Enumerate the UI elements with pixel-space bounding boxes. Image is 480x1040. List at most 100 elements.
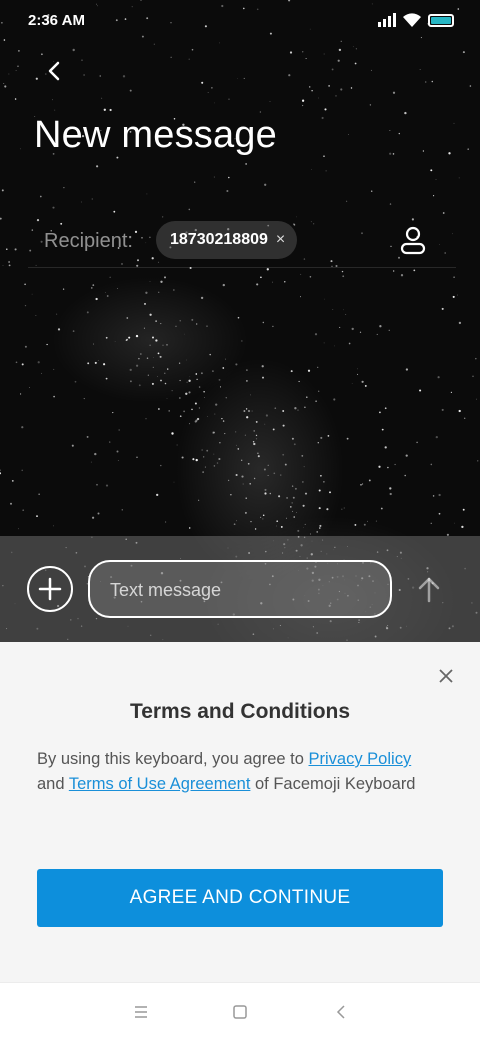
star xyxy=(337,59,340,62)
star xyxy=(306,396,308,398)
star xyxy=(453,122,455,124)
star xyxy=(37,361,40,364)
star xyxy=(164,276,166,279)
star xyxy=(194,181,196,183)
star xyxy=(112,412,114,414)
star xyxy=(92,343,94,345)
attach-button[interactable] xyxy=(27,566,73,612)
nav-menu-button[interactable] xyxy=(131,1002,151,1022)
star xyxy=(315,400,317,403)
star xyxy=(354,523,357,526)
page-title: New message xyxy=(34,114,277,156)
star xyxy=(404,474,406,477)
back-button[interactable] xyxy=(40,56,70,86)
person-icon xyxy=(400,226,426,255)
star xyxy=(340,88,343,91)
star xyxy=(235,363,238,366)
star xyxy=(301,454,304,457)
star xyxy=(304,406,306,409)
star xyxy=(384,446,387,449)
close-terms-button[interactable] xyxy=(436,666,456,686)
star xyxy=(264,183,267,186)
star xyxy=(35,315,37,316)
terms-of-use-link[interactable]: Terms of Use Agreement xyxy=(69,775,251,793)
star xyxy=(72,48,75,52)
star xyxy=(222,367,225,369)
star xyxy=(435,435,438,439)
star xyxy=(272,281,273,283)
star xyxy=(189,376,191,378)
star xyxy=(285,517,287,519)
star xyxy=(17,528,19,530)
star xyxy=(360,484,362,486)
star xyxy=(311,169,312,170)
star xyxy=(2,265,4,266)
star xyxy=(227,479,230,482)
terms-body: By using this keyboard, you agree to Pri… xyxy=(37,747,437,796)
star xyxy=(179,415,182,418)
star xyxy=(282,453,285,456)
star xyxy=(19,148,21,150)
star xyxy=(135,334,139,338)
star xyxy=(298,380,300,383)
star xyxy=(81,59,83,61)
star xyxy=(362,483,364,485)
star xyxy=(404,111,407,115)
privacy-policy-link[interactable]: Privacy Policy xyxy=(309,750,412,768)
star xyxy=(458,321,462,325)
star xyxy=(264,488,267,491)
star xyxy=(253,430,256,432)
star xyxy=(364,384,367,387)
contacts-button[interactable] xyxy=(398,224,428,256)
star xyxy=(264,492,267,495)
star xyxy=(243,77,245,79)
star xyxy=(276,525,277,527)
text-message-input[interactable]: Text message xyxy=(88,560,392,618)
star xyxy=(294,407,297,410)
send-button[interactable] xyxy=(414,574,444,604)
star xyxy=(117,288,118,289)
star xyxy=(242,483,244,485)
star xyxy=(320,436,323,439)
star xyxy=(379,325,382,328)
star xyxy=(394,463,396,466)
star xyxy=(192,458,195,461)
navigation-bar xyxy=(0,982,480,1040)
star xyxy=(304,492,308,495)
star xyxy=(198,499,200,501)
star xyxy=(215,403,218,406)
star xyxy=(450,391,453,394)
star xyxy=(319,527,321,529)
star xyxy=(53,368,55,370)
agree-and-continue-button[interactable]: AGREE AND CONTINUE xyxy=(37,869,443,927)
star xyxy=(71,444,74,447)
nav-home-button[interactable] xyxy=(230,1002,250,1022)
star xyxy=(22,509,25,512)
star xyxy=(14,98,17,100)
star xyxy=(351,383,353,384)
star xyxy=(8,73,10,75)
star xyxy=(3,83,5,84)
star xyxy=(117,459,119,462)
star xyxy=(186,381,188,383)
chevron-left-icon xyxy=(48,61,60,81)
star xyxy=(370,190,373,192)
star xyxy=(209,353,211,356)
star xyxy=(221,417,223,420)
star xyxy=(253,477,256,480)
star xyxy=(195,458,198,462)
menu-icon xyxy=(135,1006,147,1018)
star xyxy=(262,514,265,517)
remove-recipient-icon[interactable]: × xyxy=(276,231,285,249)
star xyxy=(219,386,222,388)
star xyxy=(278,495,281,498)
star xyxy=(56,313,58,315)
star xyxy=(318,489,321,492)
recipient-chip[interactable]: 18730218809 × xyxy=(156,221,298,259)
star xyxy=(255,420,258,423)
nav-back-button[interactable] xyxy=(331,1002,351,1022)
star xyxy=(152,357,154,358)
star xyxy=(218,378,221,381)
star xyxy=(194,402,197,405)
star xyxy=(8,261,11,263)
